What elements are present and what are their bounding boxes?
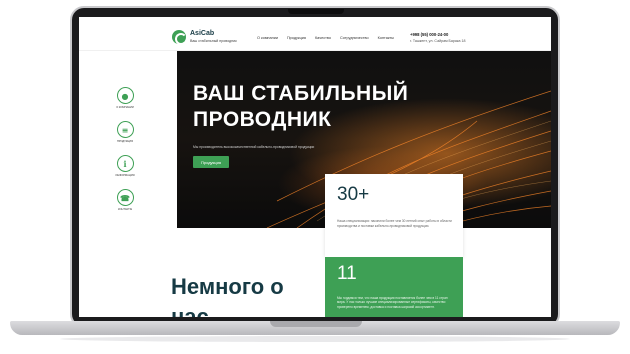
stat-text: Наша специализация: накопили более чем 3… <box>337 219 452 228</box>
brand-tagline: Ваш стабильный проводник <box>190 39 237 43</box>
side-nav-label: Контакты <box>118 208 132 211</box>
side-nav-label: Информация <box>115 174 135 177</box>
phone-icon: ☎ <box>116 189 134 206</box>
info-icon: i <box>116 155 134 172</box>
nav-item-cooperation[interactable]: Сотрудничество <box>340 36 369 40</box>
nav-item-about[interactable]: О компании <box>257 36 278 40</box>
side-nav-item-about[interactable]: ● О компании <box>115 87 135 121</box>
stat-card-experience: 30+ Наша специализация: накопили более ч… <box>325 174 463 257</box>
side-nav-label: Продукция <box>116 140 134 143</box>
site-header: AsiCab Ваш стабильный проводник О компан… <box>79 17 551 51</box>
group-icon: ● <box>116 87 134 104</box>
side-nav: ● О компании ≡ Продукция i Информация ☎ … <box>115 87 135 223</box>
stat-value: 30+ <box>337 184 370 205</box>
stat-value: 11 <box>337 263 357 284</box>
header-phone[interactable]: +998 (55) 000-24-00 <box>410 32 448 37</box>
nav-item-products[interactable]: Продукция <box>287 36 306 40</box>
laptop-mockup: AsiCab Ваш стабильный проводник О компан… <box>0 0 630 354</box>
nav-item-quality[interactable]: Качество <box>315 36 331 40</box>
stat-text: Мы гордимся тем, что наша продукция пост… <box>337 296 448 309</box>
brand-name[interactable]: AsiCab <box>190 30 214 37</box>
side-nav-item-info[interactable]: i Информация <box>115 155 135 189</box>
laptop-shadow <box>60 336 570 342</box>
side-nav-item-products[interactable]: ≡ Продукция <box>115 121 135 155</box>
camera-notch <box>288 9 344 14</box>
side-nav-label: О компании <box>116 106 134 109</box>
products-button[interactable]: Продукция <box>193 156 229 168</box>
logo-icon[interactable] <box>172 30 187 45</box>
nav-item-contacts[interactable]: Контакты <box>378 36 394 40</box>
hero-subtitle: Мы производитель высококачественной кабе… <box>193 145 315 149</box>
hero-title: ВАШ СТАБИЛЬНЫЙ ПРОВОДНИК <box>193 82 409 131</box>
header-address: г. Ташкент, ул. Сайрам Барака 18 <box>410 39 466 43</box>
stat-card-countries: 11 Мы гордимся тем, что наша продукция п… <box>325 257 463 317</box>
main-nav: О компании Продукция Качество Сотрудниче… <box>257 36 394 40</box>
side-nav-item-contacts[interactable]: ☎ Контакты <box>115 189 135 223</box>
about-heading: Немного о нас <box>171 274 284 317</box>
laptop-base-lip <box>270 321 362 327</box>
list-icon: ≡ <box>116 121 134 138</box>
laptop-screen: AsiCab Ваш стабильный проводник О компан… <box>79 17 551 317</box>
